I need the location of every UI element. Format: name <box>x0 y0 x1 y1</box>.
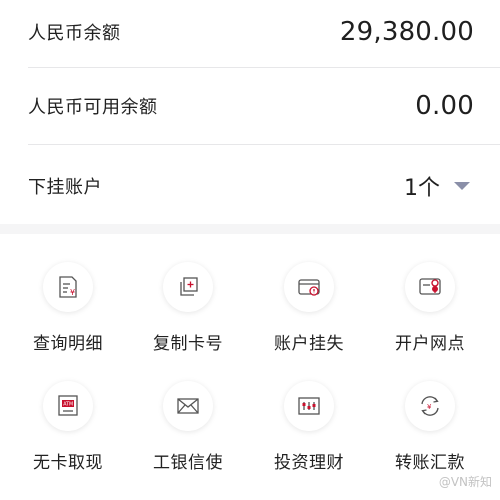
action-query-details[interactable]: ¥ 查询明细 <box>10 234 126 354</box>
divider <box>28 144 500 145</box>
action-copy-card-number[interactable]: 复制卡号 <box>130 234 246 354</box>
report-loss-icon <box>284 262 334 312</box>
action-icbc-messenger[interactable]: 工银信使 <box>130 353 246 473</box>
divider <box>28 67 500 68</box>
action-branch-location[interactable]: 开户网点 <box>372 234 488 354</box>
sub-accounts-row[interactable]: 下挂账户 1个 <box>28 156 474 216</box>
sub-accounts-count[interactable]: 1个 <box>404 170 474 202</box>
svg-text:¥: ¥ <box>70 288 75 297</box>
account-summary-card: 人民币余额 29,380.00 人民币可用余额 0.00 下挂账户 1个 <box>0 0 500 224</box>
action-label: 复制卡号 <box>153 334 223 354</box>
action-label: 投资理财 <box>274 453 344 473</box>
action-report-loss[interactable]: 账户挂失 <box>251 234 367 354</box>
watermark-text: @VN新知 <box>438 475 492 489</box>
branch-location-icon <box>405 262 455 312</box>
rmb-available-label: 人民币可用余额 <box>28 97 158 118</box>
rmb-available-row: 人民币可用余额 0.00 <box>28 76 474 136</box>
copy-card-number-icon <box>163 262 213 312</box>
transfer-icon: ¥ <box>405 381 455 431</box>
action-investment[interactable]: 投资理财 <box>251 353 367 473</box>
action-transfer[interactable]: ¥ 转账汇款 <box>372 353 488 473</box>
action-cardless-withdrawal[interactable]: ATM 无卡取现 <box>10 353 126 473</box>
rmb-balance-label: 人民币余额 <box>28 23 121 44</box>
atm-icon: ATM <box>43 381 93 431</box>
action-label: 账户挂失 <box>274 334 344 354</box>
quick-actions-grid: ¥ 查询明细 复制卡号 账户挂失 开户网点 ATM 无卡取现 工银信使 投资理财… <box>0 234 500 500</box>
chevron-down-icon[interactable] <box>450 174 474 198</box>
action-label: 无卡取现 <box>33 453 103 473</box>
svg-text:ATM: ATM <box>63 402 73 408</box>
rmb-available-value: 0.00 <box>415 91 474 121</box>
sub-accounts-label: 下挂账户 <box>28 177 102 198</box>
action-label: 查询明细 <box>33 334 103 354</box>
action-label: 工银信使 <box>153 453 223 473</box>
rmb-balance-value: 29,380.00 <box>339 17 474 47</box>
sub-accounts-count-value: 1个 <box>404 176 440 201</box>
investment-icon <box>284 381 334 431</box>
watermark: @VN新知 <box>439 473 492 490</box>
envelope-icon <box>163 381 213 431</box>
rmb-balance-row: 人民币余额 29,380.00 <box>28 2 474 62</box>
transaction-details-icon: ¥ <box>43 262 93 312</box>
svg-text:¥: ¥ <box>427 403 432 411</box>
action-label: 转账汇款 <box>395 453 465 473</box>
action-label: 开户网点 <box>395 334 465 354</box>
